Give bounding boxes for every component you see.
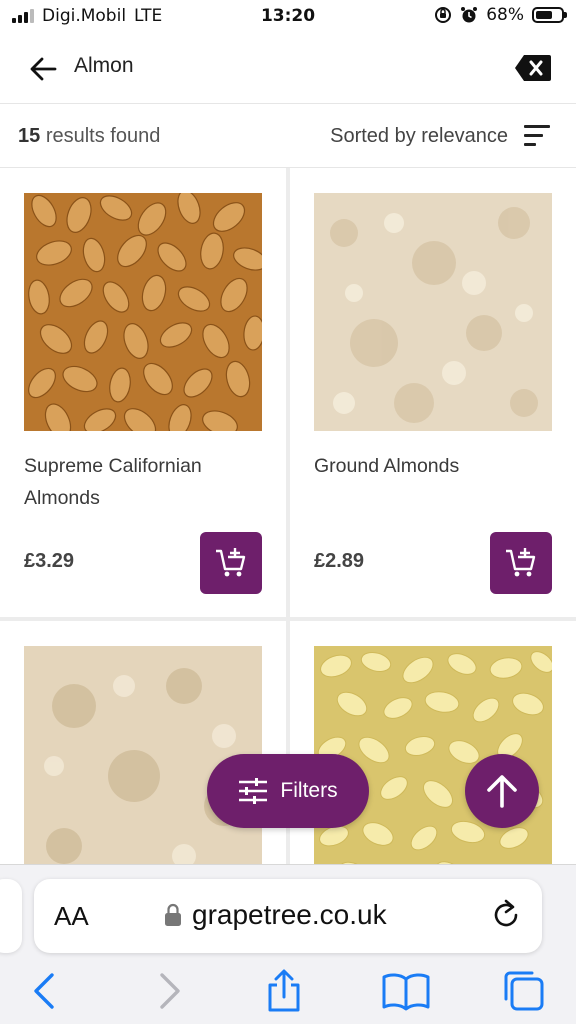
alarm-icon bbox=[461, 7, 478, 23]
filters-icon bbox=[239, 778, 268, 804]
address-bar[interactable]: AA grapetree.co.uk bbox=[34, 879, 542, 953]
results-number: 15 bbox=[18, 125, 41, 147]
browser-bottom-bar: AA grapetree.co.uk bbox=[0, 864, 576, 1024]
product-price: £2.89 bbox=[314, 550, 365, 572]
product-image[interactable] bbox=[24, 193, 262, 431]
search-input[interactable]: Almon bbox=[74, 54, 134, 78]
filters-label: Filters bbox=[280, 779, 338, 802]
share-icon[interactable] bbox=[264, 969, 304, 1013]
product-price: £3.29 bbox=[24, 550, 75, 572]
product-image[interactable] bbox=[314, 193, 552, 431]
tabs-icon[interactable] bbox=[502, 969, 546, 1013]
status-right: 68% bbox=[434, 5, 567, 25]
clear-search-icon[interactable] bbox=[514, 54, 552, 82]
sort-icon[interactable] bbox=[524, 125, 550, 149]
browser-toolbar bbox=[0, 965, 576, 1021]
product-card[interactable] bbox=[290, 621, 576, 868]
previous-tab-peek[interactable] bbox=[0, 879, 22, 953]
add-to-cart-button[interactable] bbox=[200, 532, 262, 594]
url-display[interactable]: grapetree.co.uk bbox=[164, 899, 387, 931]
lock-icon bbox=[165, 903, 181, 926]
arrow-up-icon bbox=[487, 775, 517, 808]
reload-icon[interactable] bbox=[490, 899, 522, 931]
product-card[interactable]: Ground Almonds £2.89 bbox=[290, 168, 576, 617]
product-card[interactable]: Supreme Californian Almonds £3.29 bbox=[0, 168, 286, 617]
scroll-to-top-button[interactable] bbox=[465, 754, 539, 828]
results-count: 15 results found bbox=[18, 125, 160, 148]
add-to-cart-icon bbox=[216, 548, 246, 577]
add-to-cart-button[interactable] bbox=[490, 532, 552, 594]
battery-percent: 68% bbox=[486, 5, 524, 25]
results-suffix: results found bbox=[45, 125, 161, 147]
forward-chevron-icon[interactable] bbox=[148, 969, 188, 1013]
url-text: grapetree.co.uk bbox=[192, 899, 387, 930]
reader-settings-button[interactable]: AA bbox=[54, 901, 89, 932]
search-header: Almon bbox=[0, 34, 576, 104]
results-bar: 15 results found Sorted by relevance bbox=[0, 104, 576, 168]
product-name[interactable]: Supreme Californian Almonds bbox=[24, 450, 254, 514]
aa-label: AA bbox=[54, 901, 89, 931]
back-arrow-icon[interactable] bbox=[28, 54, 58, 84]
bookmarks-icon[interactable] bbox=[382, 969, 430, 1013]
status-bar: Digi.Mobil LTE 13:20 68% bbox=[0, 0, 576, 34]
orientation-lock-icon bbox=[435, 7, 452, 23]
filters-button[interactable]: Filters bbox=[207, 754, 369, 828]
product-name[interactable]: Ground Almonds bbox=[314, 450, 544, 482]
back-chevron-icon[interactable] bbox=[26, 969, 66, 1013]
sort-label[interactable]: Sorted by relevance bbox=[330, 125, 508, 148]
add-to-cart-icon bbox=[506, 548, 536, 577]
battery-icon bbox=[532, 7, 567, 23]
product-card[interactable] bbox=[0, 621, 286, 868]
